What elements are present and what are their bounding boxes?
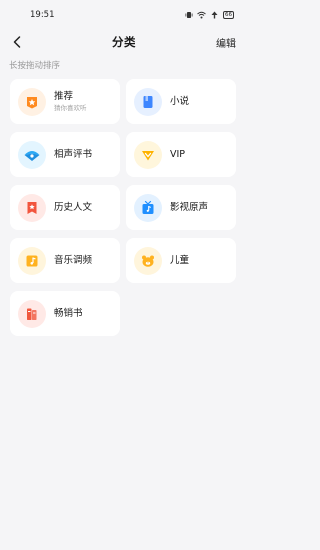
category-card-bestseller[interactable]: 畅销书 xyxy=(10,291,120,336)
category-icon-bg xyxy=(18,140,46,169)
category-label: 音乐调频 xyxy=(54,254,93,266)
category-label: 相声评书 xyxy=(54,148,93,160)
category-label: 小说 xyxy=(170,95,190,107)
category-card-kids[interactable]: 儿童 xyxy=(126,238,236,283)
status-time: 19:51 xyxy=(30,10,55,20)
card-text: 音乐调频 xyxy=(54,255,92,267)
card-text: 推荐 猜你喜欢听 xyxy=(54,91,87,113)
category-card-music-fm[interactable]: 音乐调频 xyxy=(10,238,120,283)
header: 分类 编辑 xyxy=(0,31,248,53)
category-card-history[interactable]: 历史人文 xyxy=(10,185,120,230)
star-badge-icon xyxy=(27,96,37,108)
card-text: 影视原声 xyxy=(170,202,208,214)
category-icon-bg xyxy=(134,246,162,275)
category-card-vip[interactable]: VIP xyxy=(126,132,236,177)
chevron-left-icon xyxy=(13,36,21,48)
card-text: 畅销书 xyxy=(54,308,83,320)
fan-icon xyxy=(24,150,40,161)
category-card-novel[interactable]: 小说 xyxy=(126,79,236,124)
category-label: 畅销书 xyxy=(54,307,83,319)
category-subtitle: 猜你喜欢听 xyxy=(54,103,87,112)
category-label: 影视原声 xyxy=(170,201,209,213)
category-card-recommend[interactable]: 推荐 猜你喜欢听 xyxy=(10,79,120,124)
category-icon-bg xyxy=(18,299,46,328)
tv-music-icon xyxy=(142,200,154,214)
music-note-icon xyxy=(26,255,38,266)
category-label: 历史人文 xyxy=(54,201,93,213)
category-icon-bg xyxy=(134,193,162,222)
wifi-icon xyxy=(197,11,206,19)
back-button[interactable] xyxy=(9,34,25,50)
edit-button[interactable]: 编辑 xyxy=(216,35,236,50)
category-label: 推荐 xyxy=(54,90,74,102)
card-text: 小说 xyxy=(170,96,189,108)
category-label: 儿童 xyxy=(170,254,190,266)
category-icon-bg xyxy=(18,246,46,275)
category-icon-bg xyxy=(134,140,162,169)
vibrate-icon xyxy=(185,12,193,18)
books-icon xyxy=(27,308,37,320)
category-card-crosstalk[interactable]: 相声评书 xyxy=(10,132,120,177)
data-transfer-icon xyxy=(211,11,218,19)
bear-icon xyxy=(142,255,154,267)
book-icon xyxy=(143,95,153,108)
vip-diamond-icon xyxy=(142,150,154,160)
category-icon-bg xyxy=(18,193,46,222)
category-icon-bg xyxy=(134,87,162,116)
card-text: 相声评书 xyxy=(54,149,92,161)
status-icons: 66 xyxy=(185,11,234,19)
page-title: 分类 xyxy=(112,35,136,49)
bookmark-star-icon xyxy=(27,201,37,214)
category-grid: 推荐 猜你喜欢听 小说 相声评书 VIP 历史人文 影视原声 音乐调频 儿童 畅… xyxy=(0,79,248,336)
status-bar: 19:51 66 xyxy=(0,0,248,30)
battery-icon: 66 xyxy=(223,11,234,19)
card-text: 儿童 xyxy=(170,255,189,267)
card-text: VIP xyxy=(170,149,185,161)
card-text: 历史人文 xyxy=(54,202,92,214)
category-card-soundtrack[interactable]: 影视原声 xyxy=(126,185,236,230)
category-label: VIP xyxy=(170,148,186,160)
category-icon-bg xyxy=(18,87,46,116)
sort-hint: 长按拖动排序 xyxy=(9,61,61,71)
